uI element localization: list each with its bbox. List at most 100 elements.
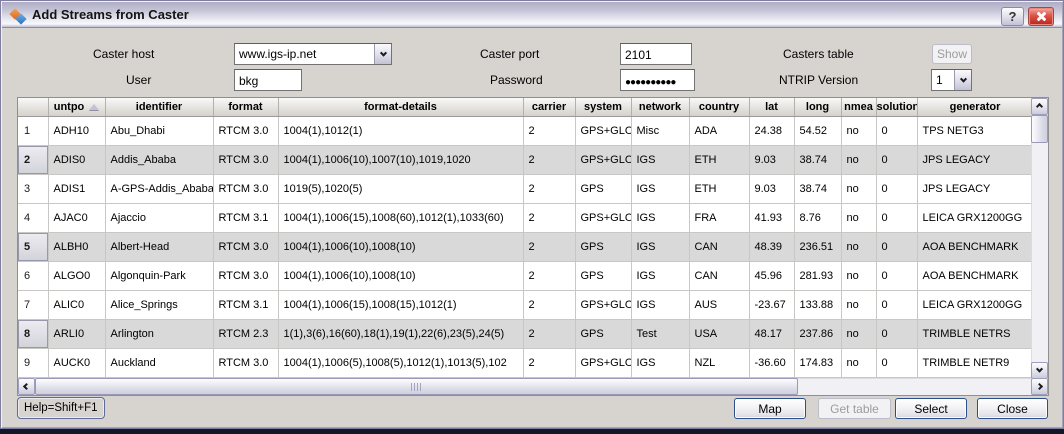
table-cell[interactable]: no <box>841 174 876 203</box>
table-cell[interactable]: IGS <box>631 290 689 319</box>
row-number[interactable]: 1 <box>18 116 48 145</box>
table-cell[interactable]: 48.39 <box>749 232 794 261</box>
table-cell[interactable]: 1019(5),1020(5) <box>278 174 523 203</box>
table-cell[interactable]: 1004(1),1006(5),1008(5),1012(1),1013(5),… <box>278 348 523 377</box>
table-cell[interactable]: Albert-Head <box>105 232 213 261</box>
row-number[interactable]: 8 <box>18 319 48 348</box>
column-header-long[interactable]: long <box>794 98 841 116</box>
table-cell[interactable]: 38.74 <box>794 145 841 174</box>
row-number[interactable]: 6 <box>18 261 48 290</box>
map-button[interactable]: Map <box>734 398 806 419</box>
table-cell[interactable]: 0 <box>876 203 917 232</box>
table-cell[interactable]: CAN <box>689 232 749 261</box>
table-cell[interactable]: 237.86 <box>794 319 841 348</box>
table-cell[interactable]: TPS NETG3 <box>917 116 1031 145</box>
column-header-network[interactable]: network <box>631 98 689 116</box>
scroll-left-button[interactable] <box>18 378 35 395</box>
vertical-scrollbar[interactable] <box>1031 98 1048 379</box>
table-row[interactable]: 6ALGO0Algonquin-ParkRTCM 3.01004(1),1006… <box>18 261 1031 290</box>
table-cell[interactable]: 1(1),3(6),16(60),18(1),19(1),22(6),23(5)… <box>278 319 523 348</box>
table-cell[interactable]: 133.88 <box>794 290 841 319</box>
table-cell[interactable]: 24.38 <box>749 116 794 145</box>
table-cell[interactable]: -36.60 <box>749 348 794 377</box>
table-cell[interactable]: GPS+GLO <box>575 145 631 174</box>
table-cell[interactable]: RTCM 3.0 <box>213 145 278 174</box>
table-cell[interactable]: JPS LEGACY <box>917 174 1031 203</box>
table-cell[interactable]: no <box>841 290 876 319</box>
table-cell[interactable]: Auckland <box>105 348 213 377</box>
table-cell[interactable]: A-GPS-Addis_Ababa <box>105 174 213 203</box>
table-cell[interactable]: ARLI0 <box>48 319 105 348</box>
table-cell[interactable]: 2 <box>523 203 575 232</box>
vertical-scroll-thumb[interactable] <box>1031 115 1048 143</box>
row-number[interactable]: 9 <box>18 348 48 377</box>
get-table-button[interactable]: Get table <box>818 398 891 419</box>
table-cell[interactable]: no <box>841 261 876 290</box>
table-cell[interactable]: 1004(1),1006(10),1008(10) <box>278 261 523 290</box>
table-cell[interactable]: LEICA GRX1200GG <box>917 290 1031 319</box>
table-cell[interactable]: 38.74 <box>794 174 841 203</box>
table-cell[interactable]: RTCM 3.0 <box>213 261 278 290</box>
table-cell[interactable]: ALBH0 <box>48 232 105 261</box>
table-cell[interactable]: ADIS0 <box>48 145 105 174</box>
table-row[interactable]: 1ADH10Abu_DhabiRTCM 3.01004(1),1012(1)2G… <box>18 116 1031 145</box>
table-cell[interactable]: IGS <box>631 348 689 377</box>
table-cell[interactable]: ALGO0 <box>48 261 105 290</box>
table-cell[interactable]: 1004(1),1006(10),1007(10),1019,1020 <box>278 145 523 174</box>
context-help-button[interactable]: ? <box>1001 7 1024 26</box>
table-cell[interactable]: 2 <box>523 174 575 203</box>
table-cell[interactable]: IGS <box>631 174 689 203</box>
table-cell[interactable]: IGS <box>631 203 689 232</box>
scroll-right-button[interactable] <box>1031 378 1048 395</box>
table-cell[interactable]: GPS+GLO <box>575 116 631 145</box>
table-cell[interactable]: AJAC0 <box>48 203 105 232</box>
table-cell[interactable]: 236.51 <box>794 232 841 261</box>
table-cell[interactable]: Arlington <box>105 319 213 348</box>
table-cell[interactable]: RTCM 3.0 <box>213 348 278 377</box>
table-cell[interactable]: GPS <box>575 174 631 203</box>
ntrip-version-combobox[interactable]: 1 <box>931 69 972 91</box>
table-cell[interactable]: 9.03 <box>749 174 794 203</box>
column-header-untpo[interactable]: untpo <box>48 98 105 116</box>
caster-port-input[interactable] <box>620 43 692 65</box>
column-header-nmea[interactable]: nmea <box>841 98 876 116</box>
table-cell[interactable]: RTCM 3.1 <box>213 203 278 232</box>
table-cell[interactable]: 2 <box>523 232 575 261</box>
caster-host-combobox[interactable]: www.igs-ip.net <box>234 43 392 65</box>
table-cell[interactable]: 2 <box>523 348 575 377</box>
table-cell[interactable]: no <box>841 145 876 174</box>
table-cell[interactable]: GPS <box>575 319 631 348</box>
table-cell[interactable]: no <box>841 232 876 261</box>
table-cell[interactable]: GPS <box>575 232 631 261</box>
table-cell[interactable]: no <box>841 116 876 145</box>
table-cell[interactable]: 8.76 <box>794 203 841 232</box>
table-cell[interactable]: 54.52 <box>794 116 841 145</box>
table-cell[interactable]: RTCM 2.3 <box>213 319 278 348</box>
user-input[interactable] <box>234 69 302 91</box>
table-cell[interactable]: 0 <box>876 116 917 145</box>
column-header-generator[interactable]: generator <box>917 98 1031 116</box>
table-cell[interactable]: RTCM 3.1 <box>213 290 278 319</box>
table-cell[interactable]: 1004(1),1006(15),1008(15),1012(1) <box>278 290 523 319</box>
table-cell[interactable]: RTCM 3.0 <box>213 232 278 261</box>
ntrip-version-dropdown-button[interactable] <box>954 70 971 90</box>
table-cell[interactable]: IGS <box>631 232 689 261</box>
select-button[interactable]: Select <box>895 398 967 419</box>
table-row[interactable]: 3ADIS1A-GPS-Addis_AbabaRTCM 3.01019(5),1… <box>18 174 1031 203</box>
table-cell[interactable]: 45.96 <box>749 261 794 290</box>
horizontal-scrollbar[interactable] <box>18 378 1048 395</box>
column-header-identifier[interactable]: identifier <box>105 98 213 116</box>
table-cell[interactable]: 9.03 <box>749 145 794 174</box>
table-cell[interactable]: ADIS1 <box>48 174 105 203</box>
table-cell[interactable]: ADH10 <box>48 116 105 145</box>
table-cell[interactable]: 2 <box>523 116 575 145</box>
table-cell[interactable]: no <box>841 319 876 348</box>
table-cell[interactable]: GPS+GLO <box>575 203 631 232</box>
table-cell[interactable]: 0 <box>876 319 917 348</box>
table-cell[interactable]: Algonquin-Park <box>105 261 213 290</box>
table-cell[interactable]: Alice_Springs <box>105 290 213 319</box>
row-number[interactable]: 3 <box>18 174 48 203</box>
table-cell[interactable]: 281.93 <box>794 261 841 290</box>
row-number-column-header[interactable] <box>18 98 48 116</box>
title-bar[interactable]: Add Streams from Caster ? <box>2 2 1062 28</box>
